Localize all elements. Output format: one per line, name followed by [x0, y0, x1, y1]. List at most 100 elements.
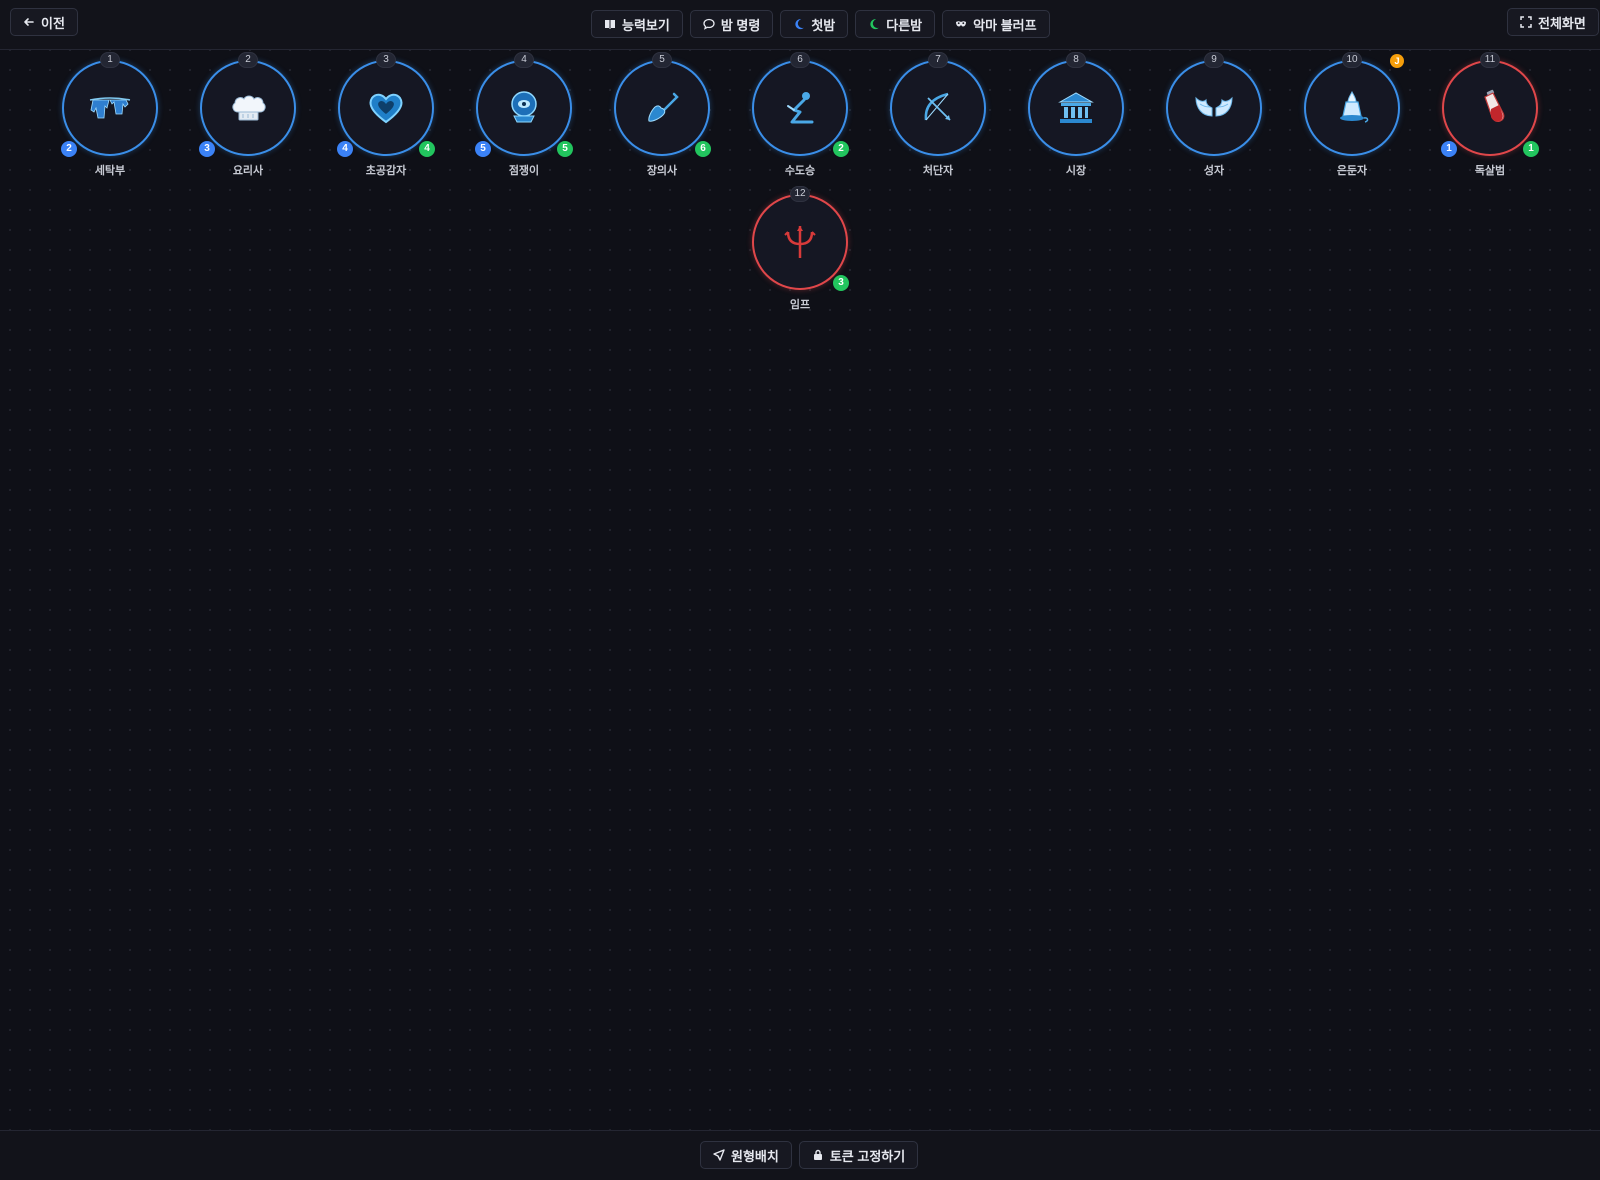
- player-token-10[interactable]: 10 J 은둔자: [1303, 52, 1404, 184]
- moon-green-icon: [870, 19, 880, 30]
- character-name: 장의사: [646, 165, 678, 177]
- town-hall-icon: [1058, 92, 1094, 123]
- seat-number: 9: [1204, 52, 1224, 68]
- player-token-12[interactable]: 12 3 임프: [751, 186, 849, 318]
- character-name: 독살범: [1474, 165, 1506, 177]
- player-token-8[interactable]: 8 시장: [1027, 52, 1125, 184]
- reminder-badge-blue[interactable]: 5: [475, 141, 491, 157]
- reminder-badge-blue[interactable]: 1: [1441, 141, 1457, 157]
- bottom-button-group: 원형배치 토큰 고정하기: [700, 1141, 919, 1169]
- character-name: 수도승: [784, 165, 816, 177]
- bottom-toolbar: 원형배치 토큰 고정하기: [0, 1130, 1600, 1180]
- character-name: 세탁부: [94, 165, 126, 177]
- crystal-ball-icon: [511, 91, 537, 123]
- character-name: 시장: [1065, 165, 1087, 177]
- seat-number: 1: [100, 52, 120, 68]
- character-name: 처단자: [922, 165, 954, 177]
- token-ring: [338, 60, 434, 156]
- reminder-badge-amber[interactable]: J: [1390, 54, 1404, 68]
- reminder-badge-green[interactable]: 4: [419, 141, 435, 157]
- fullscreen-label: 전체화면: [1538, 15, 1586, 31]
- arrow-left-icon: [24, 18, 34, 26]
- abilities-button[interactable]: 능력보기: [591, 10, 683, 38]
- monk-icon: [787, 92, 814, 124]
- shovel-icon: [648, 92, 679, 122]
- player-token-5[interactable]: 5 6 장의사: [613, 52, 711, 184]
- seat-number: 5: [652, 52, 672, 68]
- view-toggle-group: 능력보기 밤 명령 첫밤 다른밤 악마 블러프: [591, 10, 1050, 38]
- lock-tokens-button[interactable]: 토큰 고정하기: [798, 1141, 919, 1169]
- reminder-badge-blue[interactable]: 4: [337, 141, 353, 157]
- token-ring: [200, 60, 296, 156]
- bow-icon: [924, 92, 951, 121]
- token-ring: [752, 60, 848, 156]
- character-name: 초공감자: [365, 165, 407, 177]
- demon-bluffs-button[interactable]: 악마 블러프: [942, 10, 1050, 38]
- seat-number: 4: [514, 52, 534, 68]
- abilities-label: 능력보기: [622, 17, 670, 33]
- fullscreen-button[interactable]: 전체화면: [1507, 8, 1599, 36]
- book-icon: [605, 20, 615, 29]
- fullscreen-icon: [1520, 16, 1532, 28]
- token-ring: [62, 60, 158, 156]
- lantern-icon: [1340, 90, 1369, 123]
- other-nights-label: 다른밤: [886, 17, 923, 33]
- character-name: 성자: [1203, 165, 1225, 177]
- seat-number: 3: [376, 52, 396, 68]
- token-ring: [1304, 60, 1400, 156]
- player-token-7[interactable]: 7 처단자: [889, 52, 987, 184]
- laundry-icon: [89, 97, 131, 119]
- circle-layout-button[interactable]: 원형배치: [700, 1141, 792, 1169]
- token-ring: [1028, 60, 1124, 156]
- player-token-3[interactable]: 3 4 4 초공감자: [337, 52, 435, 184]
- reminder-badge-green[interactable]: 6: [695, 141, 711, 157]
- token-ring: [476, 60, 572, 156]
- seat-number: 10: [1342, 52, 1362, 68]
- character-name: 요리사: [232, 165, 264, 177]
- character-name: 은둔자: [1336, 165, 1368, 177]
- token-ring: [1442, 60, 1538, 156]
- player-token-4[interactable]: 4 5 5 점쟁이: [475, 52, 573, 184]
- circle-layout-label: 원형배치: [731, 1148, 779, 1164]
- poison-vial-icon: [1484, 89, 1505, 122]
- send-arrow-icon: [713, 1149, 725, 1161]
- mask-icon: [956, 21, 967, 27]
- back-button[interactable]: 이전: [10, 8, 78, 36]
- first-night-label: 첫밤: [811, 17, 836, 33]
- seat-number: 12: [790, 186, 810, 202]
- trident-icon: [784, 226, 816, 258]
- token-ring: [890, 60, 986, 156]
- chat-bubble-icon: [703, 18, 715, 30]
- heart-icon: [369, 93, 403, 124]
- character-name: 점쟁이: [508, 165, 540, 177]
- reminder-badge-green[interactable]: 3: [833, 275, 849, 291]
- token-ring: [752, 194, 848, 290]
- player-token-1[interactable]: 1 2 세탁부: [61, 52, 159, 184]
- wings-icon: [1195, 96, 1233, 117]
- seat-number: 7: [928, 52, 948, 68]
- reminder-badge-green[interactable]: 2: [833, 141, 849, 157]
- reminder-badge-blue[interactable]: 3: [199, 141, 215, 157]
- reminder-badge-green[interactable]: 1: [1523, 141, 1539, 157]
- chef-hat-icon: [232, 95, 266, 121]
- player-token-9[interactable]: 9 성자: [1165, 52, 1263, 184]
- player-token-6[interactable]: 6 2 수도승: [751, 52, 849, 184]
- character-name: 임프: [789, 299, 811, 311]
- back-label: 이전: [41, 15, 65, 31]
- player-token-2[interactable]: 2 3 요리사: [199, 52, 297, 184]
- player-token-11[interactable]: 11 1 1 독살범: [1441, 52, 1539, 184]
- demon-bluffs-label: 악마 블러프: [973, 17, 1037, 33]
- seat-number: 6: [790, 52, 810, 68]
- night-order-button[interactable]: 밤 명령: [689, 10, 774, 38]
- reminder-badge-green[interactable]: 5: [557, 141, 573, 157]
- other-nights-button[interactable]: 다른밤: [855, 10, 936, 38]
- night-order-label: 밤 명령: [720, 17, 761, 33]
- lock-icon: [813, 1149, 822, 1160]
- token-ring: [614, 60, 710, 156]
- lock-tokens-label: 토큰 고정하기: [829, 1148, 906, 1164]
- reminder-badge-blue[interactable]: 2: [61, 141, 77, 157]
- seat-number: 2: [238, 52, 258, 68]
- first-night-button[interactable]: 첫밤: [780, 10, 849, 38]
- moon-blue-icon: [795, 19, 805, 30]
- token-ring: [1166, 60, 1262, 156]
